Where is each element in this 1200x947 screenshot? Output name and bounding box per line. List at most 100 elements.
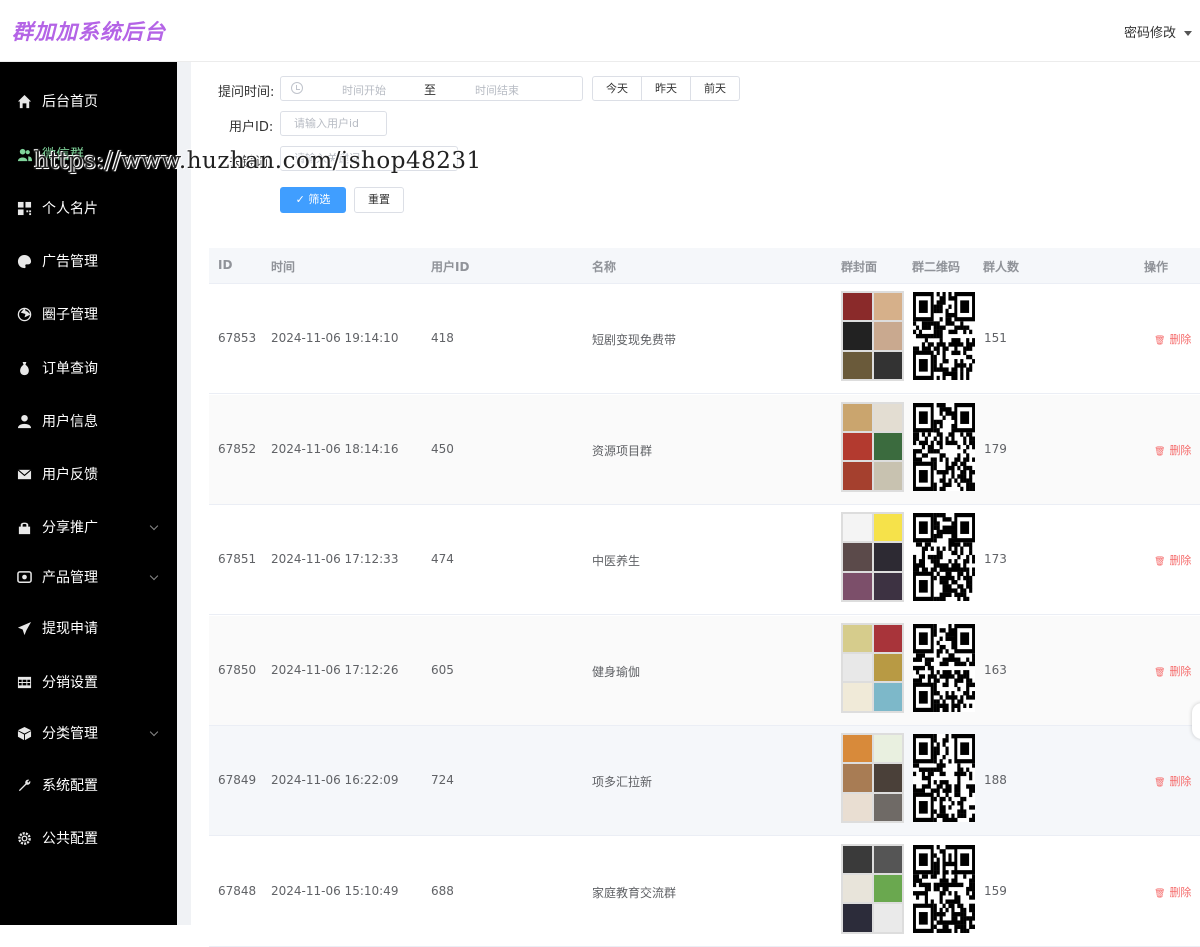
cell-members: 179: [984, 441, 1007, 456]
table-row: 67851 2024-11-06 17:12:33 474 中医养生 173 删除: [209, 505, 1200, 615]
group-cover-image: [841, 622, 904, 713]
delete-button[interactable]: 删除: [1154, 663, 1191, 679]
sidebar-item-label: 产品管理: [42, 570, 98, 586]
date-range-picker[interactable]: 时间开始 至 时间结束: [280, 76, 583, 101]
sidebar-item[interactable]: 后台首页: [0, 81, 177, 121]
sidebar-item-label: 订单查询: [42, 361, 98, 377]
gear-icon: [16, 830, 32, 846]
cell-id: 67850: [218, 662, 257, 677]
group-qrcode-image: [913, 623, 976, 712]
filter-button-label: 筛选: [308, 193, 331, 206]
cell-userid: 450: [431, 441, 454, 456]
sidebar-item[interactable]: 产品管理: [0, 557, 177, 597]
cell-id: 67851: [218, 552, 257, 566]
table-icon: [16, 674, 32, 690]
cell-id: 67849: [218, 773, 257, 787]
sidebar-item[interactable]: 分销设置: [0, 662, 177, 702]
group-cover-image: [841, 401, 904, 492]
chevron-down-icon: [149, 521, 159, 531]
cell-members: 173: [984, 552, 1007, 566]
sidebar-item[interactable]: 订单查询: [0, 348, 177, 388]
password-change-menu[interactable]: 密码修改: [1124, 22, 1192, 41]
cell-userid: 688: [431, 883, 454, 898]
col-actions: 操作: [1144, 260, 1169, 274]
sidebar-item-label: 用户反馈: [42, 467, 98, 483]
today-button[interactable]: 今天: [592, 76, 642, 101]
sidebar-item-label: 分销设置: [42, 675, 98, 691]
app-logo: 群加加系统后台: [12, 19, 166, 44]
cell-time: 2024-11-06 19:14:10: [271, 331, 399, 345]
group-qrcode-image: [913, 402, 976, 491]
quick-date-buttons: 今天 昨天 前天: [592, 76, 740, 101]
delete-button[interactable]: 删除: [1154, 884, 1191, 900]
sidebar-item-label: 公共配置: [42, 831, 98, 847]
user-icon: [16, 413, 32, 429]
cell-userid: 724: [431, 773, 454, 787]
userid-filter-label: 用户ID:: [229, 120, 274, 135]
cell-id: 67848: [218, 883, 257, 898]
sidebar-item[interactable]: 广告管理: [0, 241, 177, 281]
sidebar-item[interactable]: 用户信息: [0, 401, 177, 441]
reset-button[interactable]: 重置: [354, 187, 404, 213]
col-time: 时间: [271, 260, 296, 274]
userid-input[interactable]: 请输入用户id: [280, 111, 387, 136]
table-row: 67849 2024-11-06 16:22:09 724 项多汇拉新 188 删除: [209, 726, 1200, 836]
cell-time: 2024-11-06 17:12:33: [271, 552, 399, 566]
cell-name: 资源项目群: [592, 443, 653, 458]
scroll-handle[interactable]: [1192, 703, 1200, 739]
day-before-button[interactable]: 前天: [691, 76, 740, 101]
palette-icon: [16, 253, 32, 269]
table-header: ID 时间 用户ID 名称 群封面 群二维码 群人数 操作: [209, 248, 1200, 284]
delete-button[interactable]: 删除: [1154, 331, 1191, 347]
product-icon: [16, 569, 32, 585]
sidebar-item-label: 分类管理: [42, 726, 98, 742]
table-row: 67852 2024-11-06 18:14:16 450 资源项目群 179 删除: [209, 394, 1200, 505]
sidebar-item[interactable]: 公共配置: [0, 818, 177, 858]
cell-time: 2024-11-06 18:14:16: [271, 441, 399, 456]
content-gutter: [177, 62, 191, 925]
sidebar-item-label: 圈子管理: [42, 307, 98, 323]
group-qrcode-image: [913, 292, 976, 381]
top-header: 群加加系统后台 密码修改: [0, 0, 1200, 62]
date-range-separator: 至: [424, 83, 437, 97]
time-filter-label: 提问时间:: [218, 85, 275, 100]
delete-button[interactable]: 删除: [1154, 773, 1191, 789]
col-id: ID: [218, 258, 233, 272]
cell-name: 健身瑜伽: [592, 664, 641, 679]
home-icon: [16, 93, 32, 109]
col-qrcode: 群二维码: [912, 260, 961, 274]
cell-time: 2024-11-06 15:10:49: [271, 883, 399, 898]
chevron-down-icon: [149, 727, 159, 737]
date-end-input[interactable]: 时间结束: [475, 82, 519, 98]
aperture-icon: [16, 306, 32, 322]
yesterday-button[interactable]: 昨天: [642, 76, 691, 101]
cell-name: 项多汇拉新: [592, 775, 653, 789]
col-members: 群人数: [983, 260, 1020, 274]
sidebar-item[interactable]: 系统配置: [0, 765, 177, 805]
filter-button[interactable]: ✓ 筛选: [280, 187, 346, 213]
sidebar-item[interactable]: 提现申请: [0, 608, 177, 648]
qrcode-icon: [16, 200, 32, 216]
delete-button[interactable]: 删除: [1154, 552, 1191, 568]
sidebar-item[interactable]: 个人名片: [0, 188, 177, 228]
watermark-text: https://www.huzhan.com/ishop48231: [34, 148, 482, 174]
cube-icon: [16, 725, 32, 741]
cell-time: 2024-11-06 16:22:09: [271, 773, 399, 787]
sidebar-item-label: 个人名片: [42, 201, 98, 217]
sidebar-item[interactable]: 分享推广: [0, 507, 177, 547]
delete-button[interactable]: 删除: [1154, 442, 1191, 458]
date-start-input[interactable]: 时间开始: [342, 82, 386, 98]
cell-members: 151: [984, 331, 1007, 345]
group-cover-image: [841, 733, 904, 823]
group-cover-image: [841, 512, 904, 602]
col-name: 名称: [592, 260, 617, 274]
chevron-down-icon: [149, 571, 159, 581]
paper-plane-icon: [16, 620, 32, 636]
sidebar-item[interactable]: 圈子管理: [0, 294, 177, 334]
cell-userid: 474: [431, 552, 454, 566]
cell-members: 163: [984, 662, 1007, 677]
sidebar-item[interactable]: 用户反馈: [0, 454, 177, 494]
group-qrcode-image: [913, 844, 976, 933]
sidebar: 后台首页 微信群 个人名片 广告管理 圈子管理 订单查询 用户信息 用户反馈 分享推广 产品管理提…: [0, 62, 177, 925]
sidebar-item[interactable]: 分类管理: [0, 713, 177, 753]
